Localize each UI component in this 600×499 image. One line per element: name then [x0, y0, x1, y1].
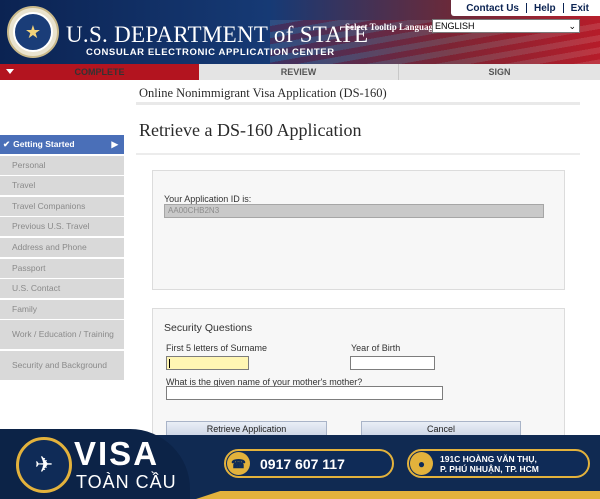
sidebar-item-address-phone[interactable]: Address and Phone	[0, 237, 124, 257]
sidebar-item-travel[interactable]: Travel	[0, 176, 124, 196]
tooltip-language-label: Select Tooltip Language	[345, 22, 438, 32]
department-subtitle: CONSULAR ELECTRONIC APPLICATION CENTER	[86, 47, 335, 58]
sidebar-item-previous-us-travel[interactable]: Previous U.S. Travel	[0, 217, 124, 237]
application-id-label: Your Application ID is:	[164, 194, 252, 204]
progress-step-sign: SIGN	[399, 64, 600, 80]
application-id-field: AA00CHB2N3	[164, 204, 544, 218]
eagle-icon: ★	[13, 12, 53, 52]
mother-mother-name-input[interactable]	[166, 386, 443, 400]
state-department-seal: ★	[7, 6, 59, 58]
arrow-right-icon: ▶	[111, 139, 118, 149]
exit-link[interactable]: Exit	[564, 3, 596, 14]
sidebar-nav: ✔ Getting Started ▶ Personal Travel Trave…	[0, 135, 124, 382]
year-of-birth-input[interactable]	[350, 356, 435, 370]
progress-step-complete: COMPLETE	[0, 64, 199, 80]
sidebar-item-label-wrap: ✔ Getting Started	[3, 140, 75, 149]
ad-phone-pill[interactable]: ☎ 0917 607 117	[224, 449, 394, 478]
year-of-birth-label: Year of Birth	[351, 343, 401, 353]
sidebar-item-getting-started[interactable]: ✔ Getting Started ▶	[0, 135, 124, 154]
department-title: U.S. DEPARTMENT of STATE	[66, 22, 369, 47]
ad-gold-stripe	[196, 491, 600, 499]
sidebar-item-family[interactable]: Family	[0, 299, 124, 319]
tooltip-language-select[interactable]: ENGLISH ⌄	[432, 19, 580, 33]
top-links: Contact Us Help Exit	[451, 0, 600, 16]
ad-address-line1: 191C HOÀNG VĂN THỤ,	[440, 453, 537, 464]
application-id-panel: Your Application ID is: AA00CHB2N3	[152, 170, 565, 290]
sidebar-item-security-background[interactable]: Security and Background	[0, 350, 124, 380]
form-title: Online Nonimmigrant Visa Application (DS…	[139, 86, 387, 100]
location-pin-icon: ●	[410, 452, 433, 475]
airplane-icon: ✈	[16, 437, 72, 493]
divider	[136, 153, 580, 155]
tooltip-language-value: ENGLISH	[435, 21, 475, 31]
progress-step-review: REVIEW	[199, 64, 399, 80]
text-caret	[169, 359, 170, 368]
sidebar-item-travel-companions[interactable]: Travel Companions	[0, 196, 124, 216]
check-icon: ✔	[3, 139, 11, 149]
ad-address: 191C HOÀNG VĂN THỤ, P. PHÚ NHUẬN, TP. HC…	[440, 454, 539, 474]
chevron-down-icon: ⌄	[568, 20, 576, 31]
sidebar-item-us-contact[interactable]: U.S. Contact	[0, 279, 124, 299]
sidebar-item-work-education[interactable]: Work / Education / Training	[0, 320, 124, 350]
page-title: Retrieve a DS-160 Application	[139, 120, 362, 140]
surname-label: First 5 letters of Surname	[166, 343, 268, 353]
ad-phone-number: 0917 607 117	[260, 455, 345, 472]
site-header: ★ U.S. DEPARTMENT of STATE CONSULAR ELEC…	[0, 0, 600, 64]
security-questions-title: Security Questions	[164, 322, 253, 334]
ad-address-pill[interactable]: ● 191C HOÀNG VĂN THỤ, P. PHÚ NHUẬN, TP. …	[407, 449, 590, 478]
phone-icon: ☎	[227, 452, 250, 475]
surname-input[interactable]	[166, 356, 249, 370]
ad-banner: ✈ VISA TOÀN CẦU ☎ 0917 607 117 ● 191C HO…	[0, 419, 600, 499]
divider	[136, 102, 580, 105]
ad-address-line2: P. PHÚ NHUẬN, TP. HCM	[440, 463, 539, 474]
help-link[interactable]: Help	[527, 3, 563, 14]
contact-us-link[interactable]: Contact Us	[459, 3, 526, 14]
ad-brand-main: VISA	[74, 435, 160, 472]
progress-step-label: COMPLETE	[74, 67, 125, 77]
sidebar-item-personal[interactable]: Personal	[0, 155, 124, 175]
sidebar-item-label: Getting Started	[13, 139, 75, 149]
sidebar-item-passport[interactable]: Passport	[0, 258, 124, 278]
ad-brand-sub: TOÀN CẦU	[76, 472, 177, 492]
progress-bar: COMPLETE REVIEW SIGN	[0, 64, 600, 80]
